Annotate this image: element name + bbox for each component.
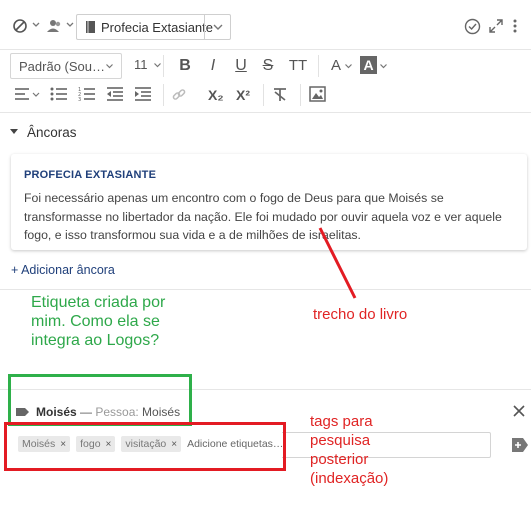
green-highlight-box xyxy=(8,374,192,426)
notebook-icon xyxy=(85,20,96,34)
anchor-card[interactable]: PROFECIA EXTASIANTE Foi necessário apena… xyxy=(11,154,527,250)
anchor-card-text: Foi necessário apenas um encontro com o … xyxy=(24,191,502,242)
toolbar-divider xyxy=(263,84,264,106)
toolbar-bottom-divider xyxy=(0,112,531,113)
bold-icon[interactable]: B xyxy=(175,57,195,75)
align-icon[interactable] xyxy=(14,87,40,101)
red-annotation-tags: tags para pesquisa posterior (indexação) xyxy=(310,413,389,487)
visibility-caret-icon[interactable] xyxy=(32,22,40,28)
font-size-value: 11 xyxy=(134,57,148,72)
check-circle-icon[interactable] xyxy=(464,18,481,35)
section-divider xyxy=(0,289,531,290)
italic-icon[interactable]: I xyxy=(203,57,223,75)
toolbar-divider xyxy=(163,55,164,77)
subscript-icon[interactable]: X₂ xyxy=(208,87,224,103)
image-icon[interactable] xyxy=(309,86,326,102)
text-case-icon[interactable]: TT xyxy=(286,57,310,74)
red-arrow-line xyxy=(318,227,357,299)
style-dropdown-label: Profecia Extasiante xyxy=(101,20,214,35)
add-tag-icon[interactable] xyxy=(512,438,528,452)
font-color-caret-icon[interactable] xyxy=(345,64,352,69)
strikethrough-icon[interactable]: S xyxy=(258,57,278,75)
highlight-caret-icon[interactable] xyxy=(380,64,387,69)
close-icon[interactable] xyxy=(513,405,525,417)
underline-icon[interactable]: U xyxy=(231,57,251,75)
font-size-select[interactable]: 11 xyxy=(134,57,162,72)
more-options-icon[interactable] xyxy=(513,19,517,33)
anchor-card-title: PROFECIA EXTASIANTE xyxy=(24,169,157,181)
green-annotation-text: Etiqueta criada por mim. Como ela se int… xyxy=(31,294,166,349)
font-family-value: Padrão (Sou… xyxy=(19,59,105,74)
superscript-icon[interactable]: X² xyxy=(236,87,250,103)
svg-text:3: 3 xyxy=(78,97,81,101)
anchors-header: Âncoras xyxy=(27,125,77,140)
top-bar: Profecia Extasiante xyxy=(0,0,531,50)
outdent-icon[interactable] xyxy=(106,87,124,101)
style-dropdown[interactable]: Profecia Extasiante xyxy=(76,14,231,40)
font-color-icon[interactable]: A xyxy=(326,57,346,74)
link-icon[interactable] xyxy=(172,88,186,102)
add-anchor-link[interactable]: + Adicionar âncora xyxy=(11,263,115,277)
toolbar-divider xyxy=(318,55,319,77)
bullet-list-icon[interactable] xyxy=(50,87,68,101)
toolbar-divider xyxy=(163,84,164,106)
red-highlight-box xyxy=(4,422,286,471)
font-family-select[interactable]: Padrão (Sou… xyxy=(10,53,122,79)
people-icon[interactable] xyxy=(46,17,64,35)
people-caret-icon[interactable] xyxy=(66,22,74,28)
collapse-anchors-icon[interactable] xyxy=(10,129,18,135)
expand-icon[interactable] xyxy=(489,19,503,33)
toolbar-divider xyxy=(300,84,301,106)
indent-icon[interactable] xyxy=(134,87,152,101)
visibility-icon[interactable] xyxy=(12,18,28,34)
highlight-color-icon[interactable]: A xyxy=(360,56,377,74)
style-dropdown-caret[interactable] xyxy=(204,15,230,39)
clear-formatting-icon[interactable] xyxy=(272,87,288,102)
numbered-list-icon[interactable]: 123 xyxy=(78,87,96,101)
